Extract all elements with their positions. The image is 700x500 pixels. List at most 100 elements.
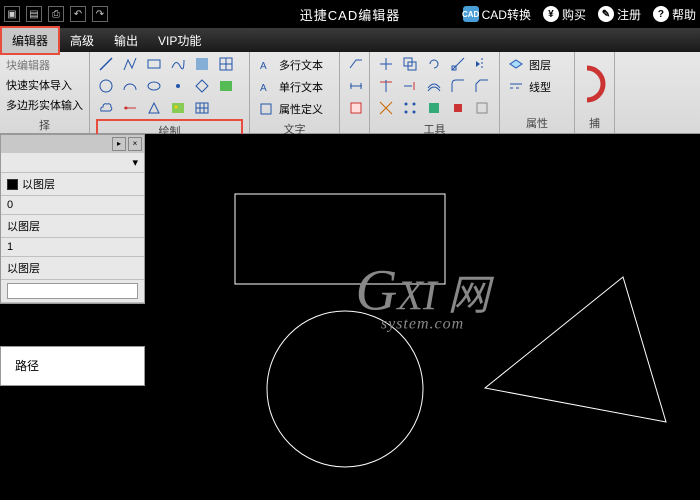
cad-convert-label: CAD转换 xyxy=(482,6,531,23)
redo-icon[interactable]: ↷ xyxy=(92,6,108,22)
stext-icon: A xyxy=(256,78,276,96)
rect-icon[interactable] xyxy=(144,55,164,73)
stext-button[interactable]: A单行文本 xyxy=(256,77,333,97)
point-icon[interactable] xyxy=(168,77,188,95)
scale-icon[interactable] xyxy=(448,55,468,73)
arc-icon[interactable] xyxy=(120,77,140,95)
layer-icon xyxy=(506,56,526,74)
ribbon-group-select: 块编辑器 快速实体导入 多边形实体输入 择 xyxy=(0,52,90,133)
attrdef-button[interactable]: 属性定义 xyxy=(256,99,333,119)
path-panel: 路径 xyxy=(0,346,145,386)
attrdef-icon xyxy=(256,100,276,118)
xline-icon[interactable] xyxy=(144,99,164,117)
shape-circle[interactable] xyxy=(267,311,423,467)
menu-bar: 编辑器 高级 输出 VIP功能 xyxy=(0,28,700,52)
poly-input[interactable]: 多边形实体输入 xyxy=(6,95,83,115)
note-icon[interactable] xyxy=(346,99,366,117)
block-editor-header: 块编辑器 xyxy=(6,55,83,75)
spline-icon[interactable] xyxy=(168,55,188,73)
trim-icon[interactable] xyxy=(376,77,396,95)
rotate-icon[interactable] xyxy=(424,55,444,73)
panel-header: ▸ × xyxy=(1,135,144,153)
quick-import[interactable]: 快速实体导入 xyxy=(6,75,83,95)
linetype-button[interactable]: 线型 xyxy=(506,77,568,97)
print-icon[interactable]: ⎙ xyxy=(48,6,64,22)
panel-value-0[interactable]: 0 xyxy=(1,196,144,215)
hatch-icon[interactable] xyxy=(216,55,236,73)
align-icon[interactable] xyxy=(424,99,444,117)
ellipse-icon[interactable] xyxy=(144,77,164,95)
line-icon[interactable] xyxy=(96,55,116,73)
extend-icon[interactable] xyxy=(400,77,420,95)
save-as-icon[interactable]: ▤ xyxy=(26,6,42,22)
panel-input[interactable] xyxy=(7,283,138,299)
offset-icon[interactable] xyxy=(424,77,444,95)
polyline-icon[interactable] xyxy=(120,55,140,73)
copy-icon[interactable] xyxy=(400,55,420,73)
panel-bylayer-2[interactable]: 以图层 xyxy=(1,215,144,238)
cad-convert-button[interactable]: CADCAD转换 xyxy=(463,6,531,23)
capture-icon[interactable] xyxy=(583,64,607,104)
menu-advanced[interactable]: 高级 xyxy=(60,28,104,53)
bylayer-label-1: 以图层 xyxy=(22,176,55,192)
ribbon-group-tools: 工具 xyxy=(370,52,500,133)
buy-label: 购买 xyxy=(562,6,586,23)
mtext-button[interactable]: A 多行文本 xyxy=(256,55,333,75)
polygon-icon[interactable] xyxy=(192,77,212,95)
image-icon[interactable] xyxy=(168,99,188,117)
title-bar: ▣ ▤ ⎙ ↶ ↷ 迅捷CAD编辑器 CADCAD转换 ¥购买 ✎注册 ?帮助 xyxy=(0,0,700,28)
save-icon[interactable]: ▣ xyxy=(4,6,20,22)
menu-vip[interactable]: VIP功能 xyxy=(148,28,211,53)
panel-selector-row[interactable]: ▾ xyxy=(1,153,144,173)
ribbon-group-annotate xyxy=(340,52,370,133)
drawing-canvas[interactable]: GXI 网 system.com xyxy=(145,134,700,500)
help-button[interactable]: ?帮助 xyxy=(653,6,696,23)
panel-value-1[interactable]: 1 xyxy=(1,238,144,257)
cloud-icon[interactable] xyxy=(96,99,116,117)
mtext-label: 多行文本 xyxy=(279,57,323,73)
linetype-icon xyxy=(506,78,526,96)
fillet-icon[interactable] xyxy=(448,77,468,95)
ray-icon[interactable] xyxy=(120,99,140,117)
edit-icon[interactable] xyxy=(472,99,492,117)
move-icon[interactable] xyxy=(376,55,396,73)
leader-icon[interactable] xyxy=(346,55,366,73)
panel-input-row xyxy=(1,280,144,303)
panel-bylayer-3[interactable]: 以图层 xyxy=(1,257,144,280)
chamfer-icon[interactable] xyxy=(472,77,492,95)
draw-icon-grid xyxy=(96,55,243,119)
panel-close-icon[interactable]: × xyxy=(128,137,142,151)
svg-text:A: A xyxy=(260,61,267,72)
ribbon-group-draw: 绘制 xyxy=(90,52,250,133)
buy-button[interactable]: ¥购买 xyxy=(543,6,586,23)
region-icon[interactable] xyxy=(216,77,236,95)
register-button[interactable]: ✎注册 xyxy=(598,6,641,23)
group-label-annotate xyxy=(346,119,363,133)
stretch-icon[interactable] xyxy=(448,99,468,117)
watermark-g: G xyxy=(355,258,397,323)
undo-icon[interactable]: ↶ xyxy=(70,6,86,22)
mirror-icon[interactable] xyxy=(472,55,492,73)
table-icon[interactable] xyxy=(192,99,212,117)
menu-output[interactable]: 输出 xyxy=(104,28,148,53)
linetype-label: 线型 xyxy=(529,79,551,95)
properties-panel: ▸ × ▾ 以图层 0 以图层 1 以图层 xyxy=(0,134,145,304)
circle-icon[interactable] xyxy=(96,77,116,95)
path-label: 路径 xyxy=(15,359,39,373)
ribbon: 块编辑器 快速实体导入 多边形实体输入 择 绘制 xyxy=(0,52,700,134)
group-label-properties: 属性 xyxy=(506,113,568,131)
block-icon[interactable] xyxy=(192,55,212,73)
title-bar-right: CADCAD转换 ¥购买 ✎注册 ?帮助 xyxy=(463,6,696,23)
layer-label: 图层 xyxy=(529,57,551,73)
group-label-capture: 捕 xyxy=(581,113,608,131)
menu-editor[interactable]: 编辑器 xyxy=(0,26,60,55)
shape-triangle[interactable] xyxy=(485,277,666,422)
dim-icon[interactable] xyxy=(346,77,366,95)
array-icon[interactable] xyxy=(400,99,420,117)
color-swatch-icon xyxy=(7,179,18,190)
layer-button[interactable]: 图层 xyxy=(506,55,568,75)
explode-icon[interactable] xyxy=(376,99,396,117)
panel-bylayer-1[interactable]: 以图层 xyxy=(1,173,144,196)
quick-access-toolbar: ▣ ▤ ⎙ ↶ ↷ xyxy=(4,6,108,22)
panel-collapse-icon[interactable]: ▸ xyxy=(112,137,126,151)
